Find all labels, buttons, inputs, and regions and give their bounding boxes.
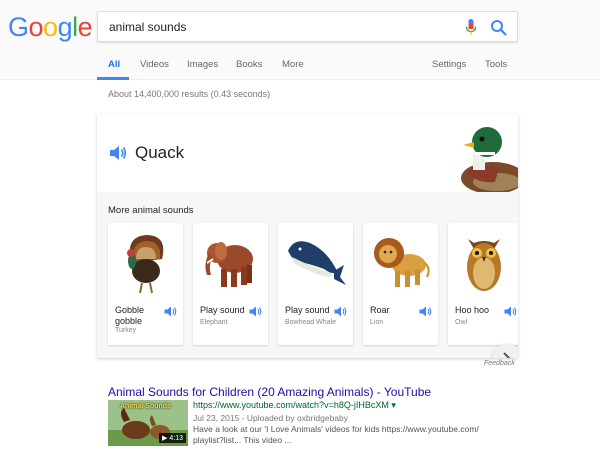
animal-name: Elephant	[200, 319, 228, 326]
elephant-icon	[205, 242, 253, 287]
animal-sounds-card: Quack More animal sounds Gobble gobble T…	[97, 114, 518, 358]
chevron-right-icon	[503, 352, 511, 358]
tab-settings[interactable]: Settings	[432, 59, 466, 70]
animal-name: Lion	[370, 319, 384, 326]
result-title-link[interactable]: Animal Sounds for Children (20 Amazing A…	[108, 385, 431, 399]
speaker-icon[interactable]	[164, 306, 177, 317]
result-url-text[interactable]: https://www.youtube.com/watch?v=h8Q-jIHB…	[193, 400, 389, 410]
lion-icon	[374, 238, 430, 287]
sound-line-2: gobble	[115, 316, 143, 326]
animal-sound-label: Hoo hoo	[455, 305, 490, 315]
logo-letter: G	[8, 12, 29, 42]
animal-tile-elephant[interactable]: Play sound Elephant	[193, 223, 268, 345]
result-stats: About 14,400,000 results (0.43 seconds)	[108, 89, 271, 99]
microphone-icon[interactable]	[465, 19, 477, 36]
animal-tile-turkey[interactable]: Gobble gobble Turkey	[108, 223, 183, 345]
result-date: Jul 23, 2015 - Uploaded by oxbridgebaby	[193, 413, 348, 423]
url-dropdown-caret[interactable]: ▾	[391, 400, 396, 410]
logo-letter: o	[28, 12, 44, 42]
animal-name: Bowhead Whale	[285, 319, 336, 326]
logo-letter: e	[77, 12, 93, 42]
search-input[interactable]: animal sounds	[97, 11, 518, 42]
tab-books[interactable]: Books	[236, 59, 262, 70]
animal-tile-lion[interactable]: Roar Lion	[363, 223, 438, 345]
carousel-next-button[interactable]	[492, 344, 518, 358]
animal-sound-label: Play sound	[200, 305, 245, 315]
search-query[interactable]: animal sounds	[109, 20, 186, 34]
speaker-icon[interactable]	[249, 306, 262, 317]
tab-more[interactable]: More	[282, 59, 304, 70]
speaker-icon[interactable]	[109, 145, 127, 161]
search-tabs: All Videos Images Books More Settings To…	[0, 56, 600, 80]
tab-tools[interactable]: Tools	[485, 59, 507, 70]
animal-name: Turkey	[115, 327, 137, 334]
animal-tile-whale[interactable]: Play sound Bowhead Whale	[278, 223, 353, 345]
more-sounds-heading: More animal sounds	[108, 205, 194, 216]
tab-images[interactable]: Images	[187, 59, 218, 70]
header: Google animal sounds All Videos Images B…	[0, 0, 600, 80]
whale-icon	[288, 241, 346, 285]
speaker-icon[interactable]	[419, 306, 432, 317]
logo-letter: g	[57, 12, 73, 42]
more-sounds-panel: More animal sounds Gobblegobble Turkey	[97, 192, 518, 358]
google-logo[interactable]: Google	[8, 12, 93, 43]
current-sound-label: Quack	[135, 143, 185, 162]
video-thumbnail[interactable]: Animal Sounds ▶ 4:13	[108, 400, 188, 446]
owl-icon	[467, 239, 501, 291]
duck-icon	[461, 127, 518, 192]
animal-sound-label: Roar	[370, 305, 390, 315]
tab-all[interactable]: All	[108, 59, 120, 70]
feedback-link[interactable]: Feedback	[484, 360, 515, 367]
speaker-icon[interactable]	[504, 306, 517, 317]
tab-videos[interactable]: Videos	[140, 59, 169, 70]
animal-tile-owl[interactable]: Hoo hoo Owl	[448, 223, 518, 345]
animal-sound-label: Gobble gobble	[115, 305, 165, 327]
animal-name: Owl	[455, 319, 468, 326]
speaker-icon[interactable]	[334, 306, 347, 317]
video-duration: ▶ 4:13	[159, 433, 186, 443]
search-icon[interactable]	[490, 19, 507, 36]
sound-line-1: Gobble	[115, 305, 145, 315]
turkey-icon	[127, 235, 164, 294]
result-snippet: Have a look at our 'I Love Animals' vide…	[193, 424, 479, 445]
animal-sound-label: Play sound	[285, 305, 330, 315]
current-sound-panel: Quack	[97, 114, 518, 192]
result-url[interactable]: https://www.youtube.com/watch?v=h8Q-jIHB…	[193, 400, 396, 411]
active-tab-indicator	[97, 77, 129, 80]
thumbnail-title: Animal Sounds	[120, 403, 171, 410]
logo-letter: o	[43, 12, 58, 42]
